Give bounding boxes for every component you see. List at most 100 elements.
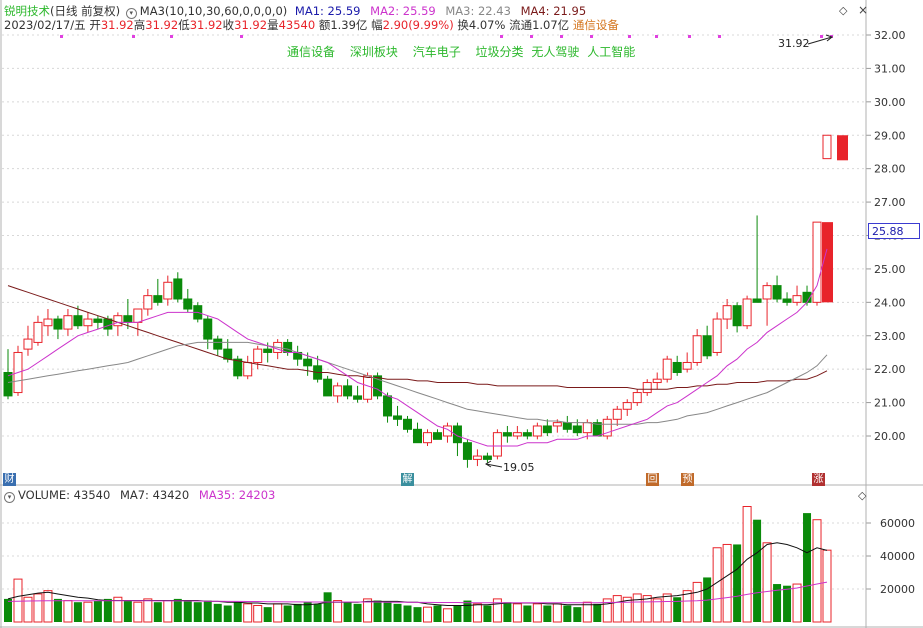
kline-chart[interactable]: 32.0031.0030.0029.0028.0027.0026.0025.00… (0, 0, 923, 628)
volume-bar-down (93, 600, 102, 622)
amount-value: 额1.39亿 (318, 18, 368, 32)
candle-body-down (502, 432, 512, 437)
event-marker-forecast[interactable]: 预 (681, 473, 694, 486)
low-label: 低 (178, 18, 190, 32)
volume-bar-down (783, 585, 792, 622)
price-tick-label: 21.00 (874, 397, 906, 410)
candle-body-up (243, 361, 253, 377)
volume-bar-up (762, 542, 772, 623)
volume-bar-down (413, 607, 422, 622)
volume-bar-up (612, 595, 622, 623)
volume-bar-down (563, 605, 572, 622)
candle-body-down (782, 298, 792, 303)
volume-bar-up (422, 606, 432, 623)
candle-body-up (582, 422, 592, 434)
volume-bar-down (393, 603, 402, 622)
volume-bar-down (293, 603, 302, 622)
candle-body-up (43, 318, 53, 327)
tag-item[interactable]: 深圳板块 (350, 45, 398, 59)
volume-bar-down (53, 598, 62, 622)
volume-bar-down (233, 602, 242, 622)
volume-bar-up (333, 600, 343, 623)
period-label[interactable]: (日线 前复权) (50, 4, 120, 18)
price-tick-label: 32.00 (874, 29, 906, 42)
vol-ma35-value: MA35: 24203 (198, 488, 276, 502)
candle-body-down (223, 348, 233, 360)
candle-body-up (113, 315, 123, 327)
volume-bar-down (103, 598, 112, 622)
candle-body-up (532, 425, 542, 437)
dropdown-icon[interactable]: ▾ (4, 492, 15, 503)
limit-dot (60, 35, 63, 38)
volume-bar-up (253, 605, 263, 623)
volume-bars[interactable] (4, 506, 832, 623)
turnover-value: 换4.07% (457, 18, 506, 32)
price-tick-label: 27.00 (874, 196, 906, 209)
price-tick-label: 22.00 (874, 363, 906, 376)
candle-body-down (343, 385, 353, 397)
diamond-icon[interactable]: ◇ (858, 489, 866, 502)
volume-bar-down (483, 605, 492, 622)
tag-item[interactable]: 通信设备 (287, 45, 335, 59)
high-price-label: 31.92 (778, 37, 810, 50)
volume-bar-up (33, 593, 43, 623)
tag-item[interactable]: 垃圾分类 (476, 45, 524, 59)
candle-body-up (822, 134, 832, 160)
candle-body-down (183, 298, 193, 310)
tag-item[interactable]: 汽车电子 (413, 45, 461, 59)
ma-params[interactable]: MA3(10,10,30,60,0,0,0,0) (140, 4, 287, 18)
candle-body-down (413, 428, 422, 444)
volume-bar-up (712, 547, 722, 623)
tag-item[interactable]: 人工智能 (587, 45, 635, 59)
volume-bar-down (123, 600, 132, 622)
volume-bar-down (733, 544, 742, 622)
industry-value[interactable]: 通信设备 (573, 18, 619, 32)
tag-item[interactable]: 无人驾驶 (531, 45, 579, 59)
candle-body-up (652, 378, 662, 384)
candle-body-down (562, 422, 572, 430)
diamond-icon[interactable]: ◇ (839, 4, 847, 17)
limit-dot (530, 35, 533, 38)
close-icon[interactable]: × (858, 3, 868, 17)
price-tick-label: 31.00 (874, 62, 906, 75)
event-marker-buyback[interactable]: 回 (646, 473, 659, 486)
open-value: 31.92 (100, 18, 134, 32)
volume-bar-up (812, 519, 822, 623)
candle-body-up (662, 358, 672, 380)
limit-dot (240, 35, 243, 38)
vol-tick-label: 60000 (880, 517, 915, 530)
volume-bar-up (792, 583, 802, 623)
volume-bar-down (573, 607, 582, 622)
price-tick-label: 23.00 (874, 330, 906, 343)
change-value: 2.90(9.99%) (382, 18, 454, 32)
price-tick-label: 20.00 (874, 430, 906, 443)
volume-bar-up (243, 603, 253, 623)
low-value: 31.92 (189, 18, 223, 32)
candle-body-down (203, 318, 213, 340)
candle-body-up (333, 385, 343, 397)
vol-tick-label: 40000 (880, 550, 915, 563)
volume-bar-up (273, 603, 283, 623)
candle-body-down (432, 432, 442, 440)
candle-body-down (522, 432, 532, 437)
candle-body-up (83, 318, 93, 327)
candle-body-up (612, 408, 622, 420)
high-label: 高 (133, 18, 146, 32)
volume-bar-up (143, 598, 153, 623)
limit-dot (628, 35, 631, 38)
stock-name[interactable]: 锐明技术 (4, 4, 50, 18)
event-marker-unlock[interactable]: 解 (401, 473, 414, 486)
candle-body-up (492, 432, 502, 457)
candle-body-up (792, 295, 802, 303)
candle-body-up (742, 298, 752, 327)
volume-bar-down (343, 602, 352, 622)
candle-body-up (133, 308, 143, 323)
volume-bar-down (433, 605, 442, 622)
event-marker-financial[interactable]: 财 (3, 473, 16, 486)
candle-body-down (53, 318, 63, 330)
event-marker-limit-up[interactable]: 涨 (812, 473, 825, 486)
volume-bar-down (4, 598, 12, 622)
volume-bar-up (662, 593, 672, 623)
candle-body-up (512, 432, 522, 437)
price-tick-label: 28.00 (874, 163, 906, 176)
